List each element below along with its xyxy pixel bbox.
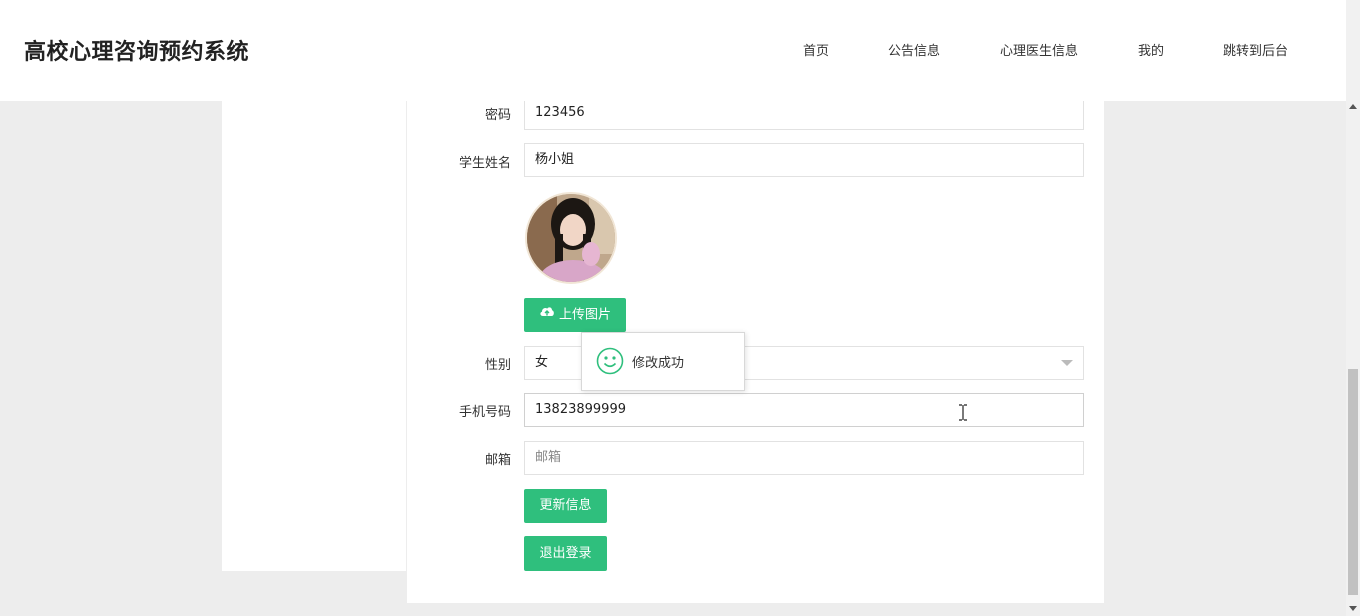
email-label: 邮箱 <box>484 453 511 468</box>
avatar <box>525 192 617 284</box>
nav-mine[interactable]: 我的 <box>1138 40 1164 59</box>
student-name-label: 学生姓名 <box>458 156 511 171</box>
success-toast: 修改成功 <box>581 332 745 391</box>
chevron-down-icon <box>1061 360 1073 366</box>
smile-icon <box>596 347 624 375</box>
nav-home[interactable]: 首页 <box>803 40 829 59</box>
scroll-up-arrow-icon[interactable] <box>1349 104 1357 109</box>
student-name-field[interactable]: 杨小姐 <box>524 143 1084 177</box>
avatar-photo <box>527 194 615 282</box>
update-info-button[interactable]: 更新信息 <box>524 489 607 523</box>
phone-field[interactable]: 13823899999 <box>524 393 1084 427</box>
nav-announcements[interactable]: 公告信息 <box>888 40 940 59</box>
scrollbar-thumb[interactable] <box>1348 369 1358 595</box>
gender-label: 性别 <box>484 358 511 373</box>
site-header: 高校心理咨询预约系统 首页 公告信息 心理医生信息 我的 跳转到后台 <box>0 0 1346 101</box>
logout-button[interactable]: 退出登录 <box>524 536 607 571</box>
upload-image-label: 上传图片 <box>558 307 611 323</box>
scroll-down-arrow-icon[interactable] <box>1349 606 1357 611</box>
phone-label: 手机号码 <box>458 405 511 420</box>
toast-message: 修改成功 <box>632 356 685 371</box>
email-field[interactable]: 邮箱 <box>524 441 1084 475</box>
page-scrollbar[interactable] <box>1346 0 1360 616</box>
password-label: 密码 <box>484 108 511 123</box>
site-title: 高校心理咨询预约系统 <box>24 40 250 65</box>
nav-doctors[interactable]: 心理医生信息 <box>1000 40 1078 59</box>
text-cursor-icon <box>959 404 967 421</box>
nav-backend[interactable]: 跳转到后台 <box>1223 40 1288 59</box>
cloud-upload-icon <box>539 297 555 331</box>
left-menu-panel <box>222 101 406 571</box>
upload-image-button[interactable]: 上传图片 <box>524 298 626 332</box>
password-field[interactable]: 123456 <box>524 96 1084 130</box>
gender-value: 女 <box>535 355 549 370</box>
